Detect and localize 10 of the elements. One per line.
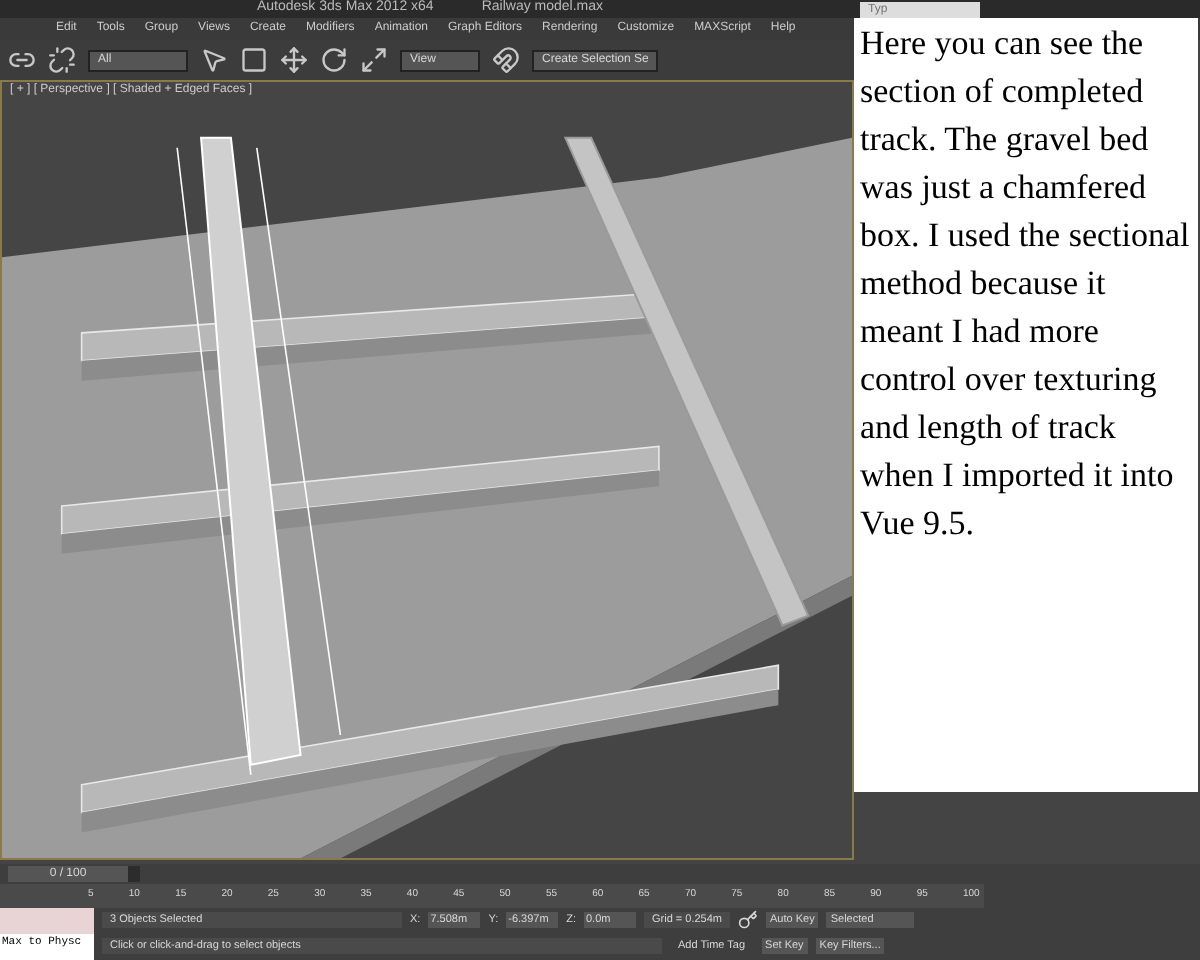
select-icon[interactable] (200, 46, 228, 74)
snap-icon[interactable] (492, 46, 520, 74)
rotate-icon[interactable] (320, 46, 348, 74)
region-icon[interactable] (240, 46, 268, 74)
unlink-icon[interactable] (48, 46, 76, 74)
note-text: Here you can see the section of completed track. The gravel bed was just a chamfered box. I used the sectional method because it meant I had more control over texturing and length of track when I imported it into Vue 9.5. (860, 22, 1192, 546)
scale-icon[interactable] (360, 46, 388, 74)
key-icon[interactable] (738, 910, 759, 930)
listener-input[interactable] (0, 908, 94, 934)
move-icon[interactable] (280, 46, 308, 74)
